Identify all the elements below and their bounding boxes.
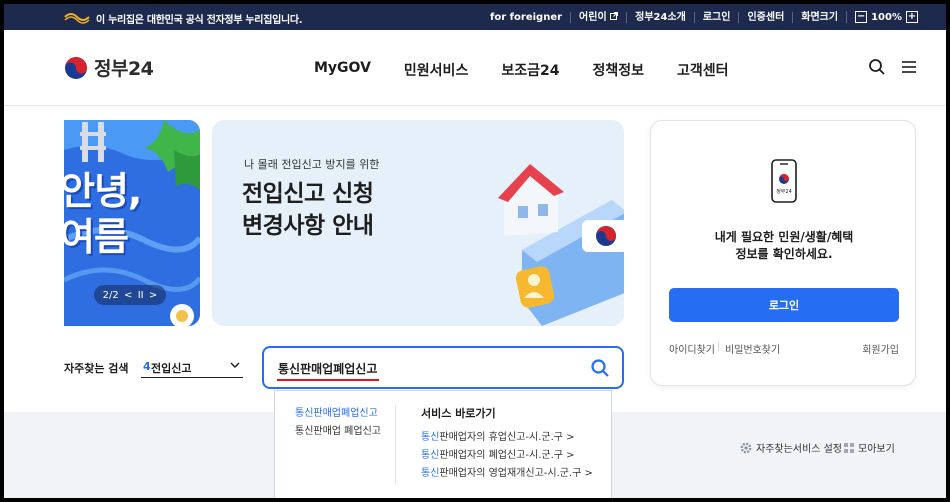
chevron-right-icon: > [566, 450, 575, 461]
suggestion-item[interactable]: 통신판매업폐업신고 [295, 405, 381, 423]
frequent-search-select[interactable]: 4 전입신고 [141, 354, 243, 378]
gear-icon [740, 442, 752, 453]
search-query: 통신판매업폐업신고 [278, 362, 378, 376]
shortcut-item[interactable]: 통신판매업자의 영업재개신고-시.군.구 > [421, 465, 593, 483]
collect-view-button[interactable]: 모아보기 [844, 440, 895, 455]
chevron-right-icon: > [566, 432, 575, 443]
mobile-phone-icon: 정부24 [771, 159, 797, 203]
nav-civil-services[interactable]: 민원서비스 [404, 60, 468, 80]
gov24-logo[interactable]: 정부24 [64, 54, 154, 81]
chevron-right-icon: > [584, 468, 593, 479]
zoom-control: − 100% + [846, 11, 918, 23]
pager-prev-button[interactable]: < [124, 290, 132, 301]
zoom-in-button[interactable]: + [906, 11, 918, 23]
menu-icon[interactable] [900, 58, 918, 76]
promo-banner-move-in-report[interactable]: 나 몰래 전입신고 방지를 위한 전입신고 신청 변경사항 안내 [212, 120, 624, 326]
signup-link[interactable]: 회원가입 [862, 341, 899, 356]
shortcut-item[interactable]: 통신판매업자의 폐업신고-시.군.구 > [421, 447, 593, 465]
shortcut-header: 서비스 바로가기 [421, 407, 496, 420]
search-input[interactable]: 통신판매업폐업신고 [262, 346, 624, 389]
screen-size-label: 화면크기 [792, 11, 846, 23]
link-about-gov24[interactable]: 정부24소개 [626, 11, 694, 23]
logo-text: 정부24 [94, 58, 154, 80]
link-login[interactable]: 로그인 [693, 11, 739, 23]
suggestion-item[interactable]: 통신판매업 폐업신고 [295, 423, 381, 441]
zoom-value: 100% [871, 11, 902, 23]
main-navigation: MyGOV 민원서비스 보조금24 정책정보 고객센터 [314, 60, 729, 80]
pager-next-button[interactable]: > [149, 290, 157, 301]
promo-banner-summer[interactable]: 안녕, 여름 2/2 < II > [64, 120, 200, 326]
spelling-underline [277, 379, 379, 381]
link-cert-center[interactable]: 인증센터 [738, 11, 792, 23]
search-submit-icon[interactable] [590, 358, 610, 378]
site-header: 정부24 MyGOV 민원서비스 보조금24 정책정보 고객센터 [4, 30, 946, 106]
house-phone-illustration [498, 164, 624, 326]
nav-subsidy24[interactable]: 보조금24 [501, 60, 559, 80]
suggestion-list: 통신판매업폐업신고 통신판매업 폐업신고 [295, 405, 381, 441]
login-button[interactable]: 로그인 [669, 288, 899, 322]
banner-title: 전입신고 신청 변경사항 안내 [242, 181, 374, 239]
search-icon[interactable] [868, 58, 886, 76]
search-autocomplete: 통신판매업폐업신고 통신판매업 폐업신고 서비스 바로가기 통신판매업자의 휴업… [274, 390, 612, 498]
banner-kicker: 나 몰래 전입신고 방지를 위한 [244, 158, 380, 171]
frequent-search-rank: 4 [143, 360, 151, 373]
autocomplete-divider [395, 405, 396, 485]
nav-policy-info[interactable]: 정책정보 [592, 60, 644, 80]
pager-pause-button[interactable]: II [138, 290, 144, 301]
frequent-services-settings[interactable]: 자주찾는서비스 설정 [740, 440, 842, 455]
nav-customer-center[interactable]: 고객센터 [677, 60, 729, 80]
pager-count: 2/2 [102, 289, 119, 301]
taegeuk-logo-icon [65, 56, 87, 79]
nav-mygov[interactable]: MyGOV [314, 60, 371, 80]
summer-headline: 안녕, 여름 [64, 169, 142, 259]
official-site-banner: 이 누리집은 대한민국 공식 전자정부 누리집입니다. for foreigne… [4, 4, 946, 30]
chevron-down-icon [230, 362, 240, 368]
find-password-link[interactable]: 비밀번호찾기 [725, 341, 780, 356]
official-notice-text: 이 누리집은 대한민국 공식 전자정부 누리집입니다. [96, 15, 303, 26]
browser-page: 이 누리집은 대한민국 공식 전자정부 누리집입니다. for foreigne… [4, 4, 946, 498]
banner-pager: 2/2 < II > [94, 285, 166, 305]
link-kids[interactable]: 어린이 [570, 11, 626, 23]
zoom-out-button[interactable]: − [855, 11, 868, 23]
utility-links: for foreigner 어린이 정부24소개 로그인 인증센터 화면크기 −… [482, 4, 918, 30]
shortcut-item[interactable]: 통신판매업자의 휴업신고-시.군.구 > [421, 429, 593, 447]
frequent-search-label: 자주찾는 검색 [64, 362, 129, 375]
link-for-foreigner[interactable]: for foreigner [482, 12, 570, 23]
government-emblem-icon [64, 13, 90, 24]
grid-icon [844, 442, 854, 453]
link-divider: | [717, 341, 721, 352]
phone-label: 정부24 [776, 188, 792, 195]
login-card: 정부24 내게 필요한 민원/생활/혜택 정보를 확인하세요. 로그인 아이디찾… [650, 120, 916, 386]
find-id-link[interactable]: 아이디찾기 [669, 341, 715, 356]
frequent-search-value: 전입신고 [151, 362, 192, 375]
service-shortcuts: 서비스 바로가기 통신판매업자의 휴업신고-시.군.구 > 통신판매업자의 폐업… [421, 405, 593, 483]
login-message: 내게 필요한 민원/생활/혜택 정보를 확인하세요. [714, 230, 854, 261]
external-link-icon [610, 11, 619, 20]
